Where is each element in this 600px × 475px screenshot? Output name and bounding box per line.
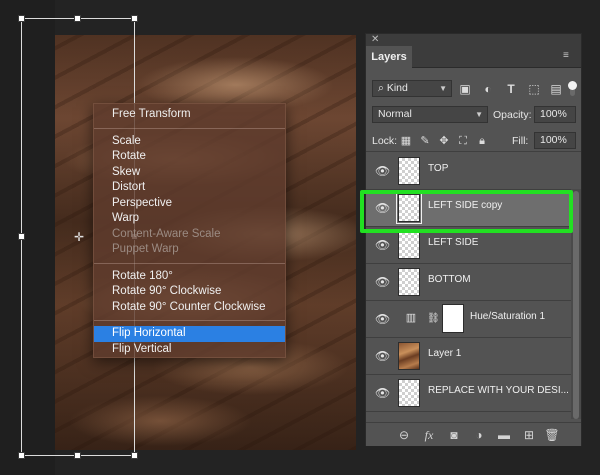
opacity-field[interactable]: 100%: [534, 106, 576, 123]
blend-mode-value: Normal: [378, 108, 412, 120]
visibility-eye-icon[interactable]: 👁︎: [375, 387, 390, 399]
new-layer-icon[interactable]: ⊞: [521, 427, 537, 443]
layer-thumbnail[interactable]: [398, 379, 420, 407]
panel-menu-icon[interactable]: ≡: [563, 51, 573, 61]
kind-filter-dropdown[interactable]: ⌕ Kind ▼: [372, 80, 452, 97]
layer-name[interactable]: Hue/Saturation 1: [470, 311, 545, 322]
bbox-handle-top-left[interactable]: [18, 15, 25, 22]
layer-name[interactable]: LEFT SIDE: [428, 237, 478, 248]
chevron-down-icon: ▼: [475, 110, 483, 119]
layer-mask-thumbnail[interactable]: [442, 304, 464, 333]
menu-item-flip-vertical[interactable]: Flip Vertical: [94, 342, 285, 358]
adjustment-filter-icon[interactable]: ◐: [480, 81, 496, 97]
lock-all-icon[interactable]: 🔒︎: [475, 134, 489, 148]
layer-row[interactable]: 👁︎ ▥ ⛓︎ Hue/Saturation 1: [366, 301, 571, 338]
layer-row[interactable]: 👁︎ REPLACE WITH YOUR DESI...: [366, 375, 571, 412]
layer-thumbnail[interactable]: [398, 268, 420, 296]
menu-item-distort[interactable]: Distort: [94, 180, 285, 196]
menu-separator: [94, 262, 285, 264]
panel-header-bar: ✕: [366, 34, 581, 46]
layer-name[interactable]: Layer 1: [428, 348, 461, 359]
visibility-eye-icon[interactable]: 👁︎: [375, 350, 390, 362]
filter-toggle-knob: [568, 81, 577, 90]
bbox-handle-middle-left[interactable]: [18, 233, 25, 240]
layer-row[interactable]: 👁︎ BOTTOM: [366, 264, 571, 301]
fill-value: 100%: [540, 134, 567, 146]
menu-separator: [94, 320, 285, 321]
layers-panel: ✕ Layers ≡ ⌕ Kind ▼ ▣ ◐ T ⬚ ▤ Normal ▼ O…: [365, 33, 582, 446]
new-adjustment-icon[interactable]: ◑: [471, 427, 487, 443]
fill-field[interactable]: 100%: [534, 132, 576, 149]
opacity-label: Opacity:: [493, 109, 532, 121]
layer-name[interactable]: BOTTOM: [428, 274, 471, 285]
bbox-handle-bottom-right[interactable]: [131, 452, 138, 459]
visibility-eye-icon[interactable]: 👁︎: [375, 276, 390, 288]
layer-thumbnail[interactable]: [398, 231, 420, 259]
lock-position-icon[interactable]: ✥: [437, 134, 451, 148]
menu-item-rotate-90-clockwise[interactable]: Rotate 90° Clockwise: [94, 284, 285, 300]
new-group-icon[interactable]: ▬: [496, 427, 512, 443]
lock-artboard-icon[interactable]: ⛶: [456, 134, 470, 148]
visibility-eye-icon[interactable]: 👁︎: [375, 239, 390, 251]
filter-toggle[interactable]: [568, 81, 577, 96]
mask-link-chain-icon[interactable]: ⛓︎: [427, 312, 440, 326]
layer-thumbnail[interactable]: [398, 342, 420, 370]
opacity-value: 100%: [540, 108, 567, 120]
menu-item-content-aware-scale: Content-Aware Scale: [112, 227, 221, 240]
close-panel-icon[interactable]: ✕: [371, 34, 379, 45]
lock-label: Lock:: [372, 135, 398, 147]
hue-saturation-adjustment-icon[interactable]: ▥: [404, 312, 418, 324]
smart-object-filter-icon[interactable]: ▤: [548, 81, 564, 97]
lock-fill-row: Lock: ▦ ✎ ✥ ⛶ 🔒︎ Fill: 100%: [366, 130, 581, 152]
blend-mode-dropdown[interactable]: Normal ▼: [372, 106, 488, 123]
reference-point-crosshair-icon[interactable]: ✛: [73, 231, 85, 243]
layer-thumbnail[interactable]: [398, 157, 420, 185]
menu-item-rotate-90-counter-clockwise[interactable]: Rotate 90° Counter Clockwise: [94, 300, 285, 316]
tab-layers[interactable]: Layers: [366, 46, 412, 69]
pasteboard: [0, 0, 55, 475]
menu-item-skew[interactable]: Skew: [94, 165, 285, 181]
lock-transparent-pixels-icon[interactable]: ▦: [399, 134, 413, 148]
menu-item-scale[interactable]: Scale: [94, 134, 285, 150]
link-layers-icon[interactable]: ⊖: [396, 427, 412, 443]
layer-name[interactable]: REPLACE WITH YOUR DESI...: [428, 385, 569, 396]
menu-item-rotate-180[interactable]: Rotate 180°: [94, 269, 285, 285]
blend-opacity-row: Normal ▼ Opacity: 100%: [366, 104, 581, 126]
lock-image-pixels-icon[interactable]: ✎: [418, 134, 432, 148]
bbox-handle-bottom-left[interactable]: [18, 452, 25, 459]
menu-item-puppet-warp: Puppet Warp: [112, 243, 179, 255]
visibility-eye-icon[interactable]: 👁︎: [375, 313, 390, 325]
menu-item-flip-horizontal[interactable]: Flip Horizontal: [94, 326, 285, 342]
layer-name[interactable]: TOP: [428, 163, 448, 174]
fill-label: Fill:: [512, 135, 529, 147]
menu-item-warp[interactable]: Warp: [94, 211, 285, 227]
layer-row[interactable]: 👁︎ TOP: [366, 153, 571, 190]
selected-layer-callout: [360, 190, 573, 233]
bbox-handle-bottom-middle[interactable]: [74, 452, 81, 459]
add-mask-icon[interactable]: ◙: [446, 427, 462, 443]
menu-item-rotate[interactable]: Rotate: [94, 149, 285, 165]
bbox-handle-top-right[interactable]: [131, 15, 138, 22]
photoshop-workspace: ✛ Free Transform Scale Rotate Skew Distort Pe…: [0, 0, 600, 475]
visibility-eye-icon[interactable]: 👁︎: [375, 165, 390, 177]
layers-bottom-toolbar: ⊖ fx ◙ ◑ ▬ ⊞ 🗑︎: [366, 422, 581, 446]
filter-row: ⌕ Kind ▼ ▣ ◐ T ⬚ ▤: [366, 78, 581, 100]
fx-icon[interactable]: fx: [421, 427, 437, 443]
layer-row[interactable]: 👁︎ Layer 1: [366, 338, 571, 375]
transform-context-menu: Free Transform Scale Rotate Skew Distort Pers…: [93, 103, 286, 358]
delete-layer-icon[interactable]: 🗑︎: [544, 427, 560, 443]
bbox-handle-top-middle[interactable]: [74, 15, 81, 22]
menu-separator: [94, 127, 285, 129]
menu-item-free-transform[interactable]: Free Transform: [94, 107, 285, 123]
type-filter-icon[interactable]: T: [503, 81, 519, 97]
shape-filter-icon[interactable]: ⬚: [526, 81, 542, 97]
menu-item-perspective[interactable]: Perspective: [94, 196, 285, 212]
chevron-down-icon: ▼: [439, 84, 447, 93]
panel-tab-bar: Layers ≡: [366, 46, 581, 69]
layers-scrollbar-thumb[interactable]: [573, 191, 579, 419]
image-filter-icon[interactable]: ▣: [457, 81, 473, 97]
search-icon: ⌕: [378, 82, 384, 94]
kind-filter-label: Kind: [386, 82, 408, 94]
